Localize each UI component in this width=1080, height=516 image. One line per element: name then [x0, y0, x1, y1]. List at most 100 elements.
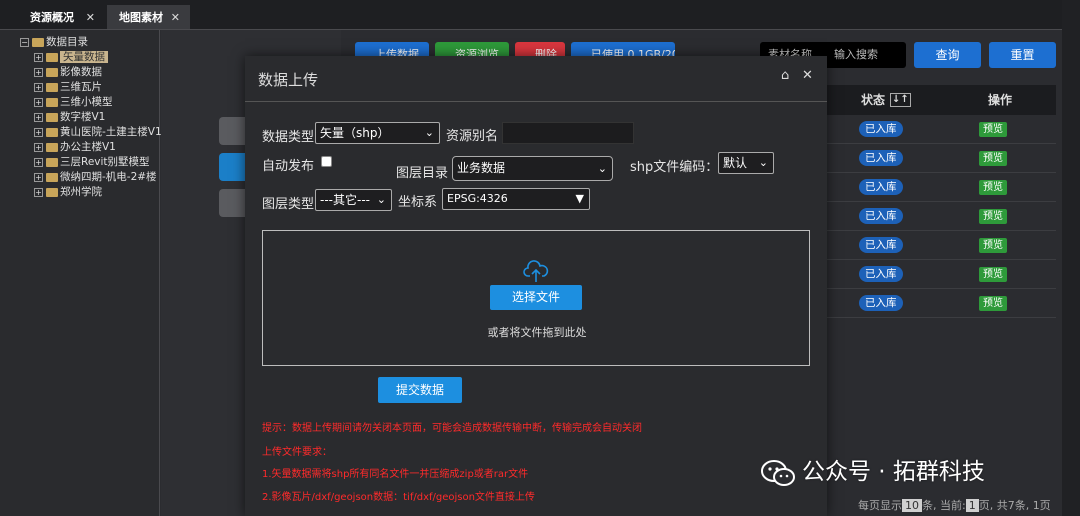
- app-root: { "tabs": [ {"label": "资源概况", "close": "…: [0, 0, 1080, 516]
- cloud-upload-icon: [523, 260, 549, 282]
- choose-file-button[interactable]: 选择文件: [490, 285, 582, 310]
- scrollbar[interactable]: [1062, 0, 1080, 516]
- preview-button[interactable]: 预览: [979, 180, 1007, 195]
- expand-icon[interactable]: +: [34, 127, 43, 137]
- chevron-down-icon: ⌄: [597, 162, 607, 175]
- tree-item[interactable]: + 郑州学院: [20, 185, 162, 200]
- auto-publish-checkbox[interactable]: [321, 156, 332, 167]
- alias-input[interactable]: [502, 122, 634, 144]
- submit-button[interactable]: 提交数据: [378, 377, 462, 403]
- tree-item[interactable]: + 黄山医院-土建主楼V1: [20, 125, 162, 140]
- tree-item[interactable]: + 三维小模型: [20, 95, 162, 110]
- tree-item[interactable]: + 办公主楼V1: [20, 140, 162, 155]
- expand-icon[interactable]: +: [34, 52, 43, 62]
- selected-value: 矢量（shp）: [320, 126, 390, 140]
- current-page-input[interactable]: 1: [965, 499, 979, 512]
- reset-button[interactable]: 重置: [989, 42, 1056, 68]
- folder-icon: [46, 52, 58, 62]
- col-action: 操作: [988, 93, 1013, 107]
- page-size-input[interactable]: 10: [902, 499, 922, 512]
- layer-dir-select[interactable]: 业务数据 ⌄: [452, 156, 613, 181]
- encoding-select[interactable]: 默认 ⌄: [718, 152, 774, 174]
- expand-icon[interactable]: +: [34, 112, 43, 122]
- tree-root[interactable]: − 数据目录: [20, 35, 162, 50]
- folder-icon: [46, 67, 58, 77]
- dialog-title: 数据上传: [258, 71, 319, 89]
- table-row: 已入库 预览: [826, 173, 1056, 202]
- tab-bar: 资源概况 ✕ 地图素材 ✕: [0, 0, 1080, 30]
- directory-tree: − 数据目录 + 矢量数据 + 影像数据 + 三维瓦片 + 三维小模型 + 数字楼V1 + 黄…: [20, 35, 162, 200]
- table-row: 已入库 预览: [826, 144, 1056, 173]
- sidebar: − 数据目录 + 矢量数据 + 影像数据 + 三维瓦片 + 三维小模型 + 数字楼V1 + 黄…: [0, 30, 162, 516]
- crs-select[interactable]: EPSG:4326 ▼: [442, 188, 590, 210]
- encoding-label: shp文件编码：: [630, 160, 719, 175]
- file-dropzone[interactable]: 选择文件 或者将文件拖到此处: [262, 230, 810, 366]
- auto-publish-label: 自动发布: [262, 159, 315, 174]
- table-row: 已入库 预览: [826, 231, 1056, 260]
- folder-icon: [46, 142, 58, 152]
- folder-icon: [46, 172, 58, 182]
- upload-dialog: 数据上传 ⌂ ✕ 数据类型 矢量（shp） ⌄ 资源别名 自动发布 图层目录 业务…: [245, 56, 827, 516]
- table-row: 已入库 预览: [826, 202, 1056, 231]
- folder-icon: [46, 187, 58, 197]
- pagination: 每页显示 10 条, 当前: 1 页, 共7条, 1页: [858, 497, 1051, 513]
- pin-icon[interactable]: ⌂: [781, 68, 789, 83]
- status-badge: 已入库: [859, 179, 903, 195]
- sort-icon[interactable]: ↓↑: [890, 93, 911, 107]
- tree-item[interactable]: + 影像数据: [20, 65, 162, 80]
- preview-button[interactable]: 预览: [979, 238, 1007, 253]
- search-placeholder: 输入搜索: [834, 48, 878, 61]
- selected-value: EPSG:4326: [447, 192, 508, 205]
- expand-icon[interactable]: +: [34, 187, 43, 197]
- expand-icon[interactable]: +: [34, 142, 43, 152]
- folder-icon: [32, 37, 44, 47]
- tab-map-assets[interactable]: 地图素材 ✕: [107, 5, 190, 30]
- preview-button[interactable]: 预览: [979, 267, 1007, 282]
- tip-line: 提示：数据上传期间请勿关闭本页面，可能会造成数据传输中断，传输完成会自动关闭: [262, 423, 642, 434]
- query-button[interactable]: 查询: [914, 42, 981, 68]
- folder-icon: [46, 112, 58, 122]
- table-row: 已入库 预览: [826, 115, 1056, 144]
- preview-button[interactable]: 预览: [979, 151, 1007, 166]
- selected-value: 默认: [723, 156, 748, 170]
- table-row: 已入库 预览: [826, 289, 1056, 318]
- data-type-select[interactable]: 矢量（shp） ⌄: [315, 122, 440, 144]
- tab-label: 地图素材: [119, 11, 163, 24]
- tree-item[interactable]: + 三层Revit别墅模型: [20, 155, 162, 170]
- status-badge: 已入库: [859, 266, 903, 282]
- expand-icon[interactable]: +: [34, 172, 43, 182]
- expand-icon[interactable]: +: [34, 157, 43, 167]
- preview-button[interactable]: 预览: [979, 209, 1007, 224]
- expand-icon[interactable]: +: [34, 82, 43, 92]
- layer-dir-label: 图层目录: [396, 166, 449, 181]
- tip-line: 2.影像瓦片/dxf/geojson数据：tif/dxf/geojson文件直接…: [262, 492, 535, 503]
- tree-item[interactable]: + 三维瓦片: [20, 80, 162, 95]
- watermark-text: 公众号 · 拓群科技: [802, 459, 985, 485]
- dialog-header: 数据上传 ⌂ ✕: [245, 56, 827, 102]
- preview-button[interactable]: 预览: [979, 296, 1007, 311]
- col-status: 状态: [861, 93, 886, 107]
- close-icon[interactable]: ✕: [86, 5, 95, 30]
- tab-label: 资源概况: [30, 11, 74, 24]
- tree-item-vector[interactable]: + 矢量数据: [20, 50, 162, 65]
- pager-text: 每页显示: [858, 499, 902, 512]
- folder-icon: [46, 127, 58, 137]
- tree-item[interactable]: + 微纳四期-机电-2#楼: [20, 170, 162, 185]
- layer-type-select[interactable]: ---其它--- ⌄: [315, 189, 392, 211]
- preview-button[interactable]: 预览: [979, 122, 1007, 137]
- folder-icon: [46, 97, 58, 107]
- status-badge: 已入库: [859, 208, 903, 224]
- close-icon[interactable]: ✕: [802, 68, 813, 83]
- alias-label: 资源别名: [446, 129, 499, 144]
- status-badge: 已入库: [859, 150, 903, 166]
- expand-icon[interactable]: +: [34, 67, 43, 77]
- tab-resource-overview[interactable]: 资源概况 ✕: [0, 5, 105, 30]
- pager-text: 条, 当前:: [922, 499, 966, 512]
- tree-item[interactable]: + 数字楼V1: [20, 110, 162, 125]
- close-icon[interactable]: ✕: [171, 5, 180, 30]
- collapse-icon[interactable]: −: [20, 37, 29, 47]
- crs-label: 坐标系: [398, 195, 438, 210]
- expand-icon[interactable]: +: [34, 97, 43, 107]
- chevron-down-icon: ⌄: [376, 193, 386, 206]
- status-badge: 已入库: [859, 295, 903, 311]
